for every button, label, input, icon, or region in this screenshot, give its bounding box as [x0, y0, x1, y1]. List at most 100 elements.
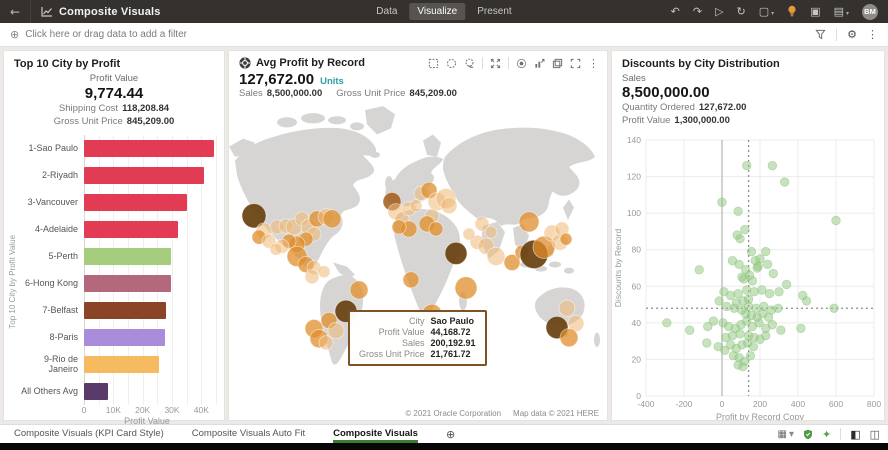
bar-plot-area[interactable]: 1-Sao Paulo2-Riyadh3-Vancouver4-Adelaide… [18, 135, 220, 405]
scatter-point[interactable] [761, 331, 770, 340]
map-bubble[interactable] [328, 322, 344, 338]
notes-menu[interactable]: ▢▾ [759, 6, 774, 18]
layers-icon[interactable] [552, 58, 563, 69]
scatter-point[interactable] [734, 207, 743, 216]
filter-funnel-icon[interactable] [815, 29, 826, 40]
tab-visualize[interactable]: Visualize [409, 3, 465, 20]
fullscreen-icon[interactable] [570, 58, 581, 69]
bar-5-Perth[interactable] [84, 248, 171, 265]
canvas-tab-kpi-card-style[interactable]: Composite Visuals (KPI Card Style) [14, 425, 164, 443]
zoom-fit-icon[interactable] [490, 58, 501, 69]
map-bubble[interactable] [319, 336, 333, 350]
scatter-point[interactable] [695, 265, 704, 274]
map-bubble[interactable] [463, 228, 475, 240]
scatter-point[interactable] [741, 225, 750, 234]
scatter-point[interactable] [774, 304, 783, 313]
map-bubble[interactable] [560, 233, 572, 245]
canvas-settings-gear-icon[interactable]: ⚙ [847, 29, 857, 40]
bar-4-Adelaide[interactable] [84, 221, 178, 238]
collapse-left-panel-icon[interactable]: ◧ [850, 429, 860, 440]
bar-All Others Avg[interactable] [84, 383, 108, 400]
map-bubble[interactable] [403, 272, 419, 288]
scatter-point[interactable] [832, 216, 841, 225]
map-bubble[interactable] [560, 329, 578, 347]
canvas-tab-auto-fit[interactable]: Composite Visuals Auto Fit [192, 425, 305, 443]
preview-play-icon[interactable]: ▷ [715, 6, 723, 17]
kebab-menu-icon[interactable]: ⋮ [867, 29, 878, 40]
export-icon[interactable]: ▣ [810, 6, 820, 17]
scatter-point[interactable] [685, 325, 694, 334]
scatter-point[interactable] [777, 325, 786, 334]
visual-top10-city-by-profit[interactable]: Top 10 City by Profit Profit Value 9,774… [3, 50, 225, 421]
bar-6-Hong Kong[interactable] [84, 275, 171, 292]
refresh-data-icon[interactable]: ↻ [737, 6, 746, 17]
scatter-point[interactable] [747, 247, 756, 256]
undo-icon[interactable]: ↶ [671, 6, 680, 17]
scatter-point[interactable] [750, 287, 759, 296]
scatter-point[interactable] [756, 254, 765, 263]
scatter-point[interactable] [768, 161, 777, 170]
annotate-icon[interactable] [534, 58, 545, 69]
map-bubble[interactable] [441, 198, 457, 214]
kebab-menu-icon[interactable]: ⋮ [588, 58, 599, 69]
scatter-point[interactable] [742, 161, 751, 170]
bar-2-Riyadh[interactable] [84, 167, 204, 184]
bar-9-Rio de Janeiro[interactable] [84, 356, 159, 373]
scatter-point[interactable] [663, 318, 672, 327]
map-bubble[interactable] [392, 220, 406, 234]
map-bubble[interactable] [323, 210, 341, 228]
scatter-point[interactable] [830, 304, 839, 313]
scatter-svg[interactable]: 020406080100120140-400-2000200400600800P… [612, 130, 884, 420]
scatter-point[interactable] [744, 294, 753, 303]
map-bubble[interactable] [270, 243, 282, 255]
map-svg[interactable] [229, 102, 607, 420]
collapse-right-panel-icon[interactable]: ◫ [870, 429, 880, 440]
scatter-point[interactable] [775, 287, 784, 296]
map-bubble[interactable] [318, 266, 330, 278]
save-menu[interactable]: ▤▾ [834, 6, 849, 18]
scatter-point[interactable] [736, 329, 745, 338]
scatter-point[interactable] [765, 289, 774, 298]
map-bubble[interactable] [305, 270, 319, 284]
map-bubble[interactable] [487, 247, 505, 265]
back-button[interactable]: ← [0, 0, 31, 23]
scatter-point[interactable] [761, 247, 770, 256]
avatar[interactable]: BM [862, 4, 878, 20]
map-bubble[interactable] [559, 300, 575, 316]
scatter-point[interactable] [748, 276, 757, 285]
bar-7-Belfast[interactable] [84, 302, 166, 319]
bar-1-Sao Paulo[interactable] [84, 140, 214, 157]
bar-8-Paris[interactable] [84, 329, 165, 346]
scatter-point[interactable] [749, 342, 758, 351]
auto-insights-sparkle-icon[interactable]: ✦ [822, 429, 831, 440]
add-canvas-icon[interactable]: ⊕ [446, 429, 455, 440]
scatter-point[interactable] [709, 316, 718, 325]
scatter-point[interactable] [736, 234, 745, 243]
map-bubble[interactable] [519, 212, 539, 232]
scatter-point[interactable] [768, 320, 777, 329]
point-mode-icon[interactable] [516, 58, 527, 69]
data-quality-shield-icon[interactable] [803, 429, 813, 440]
map-bubble[interactable] [485, 226, 497, 238]
scatter-point[interactable] [726, 291, 735, 300]
redo-icon[interactable]: ↷ [693, 6, 702, 17]
canvas-layout-menu[interactable]: ▦▾ [777, 429, 793, 440]
scatter-point[interactable] [763, 260, 772, 269]
scatter-point[interactable] [782, 280, 791, 289]
scatter-point[interactable] [742, 285, 751, 294]
map-bubble[interactable] [445, 242, 467, 264]
map-bubble[interactable] [455, 277, 477, 299]
scatter-point[interactable] [746, 351, 755, 360]
visual-discounts-by-city-distribution[interactable]: Discounts by City Distribution Sales 8,5… [611, 50, 885, 421]
canvas-tab-composite-visuals[interactable]: Composite Visuals [333, 425, 418, 443]
scatter-point[interactable] [802, 296, 811, 305]
scatter-point[interactable] [715, 296, 724, 305]
scatter-point[interactable] [769, 269, 778, 278]
marquee-select-icon[interactable] [428, 58, 439, 69]
add-filter-prompt[interactable]: ⊕ Click here or drag data to add a filte… [10, 29, 187, 40]
tab-present[interactable]: Present [469, 3, 519, 20]
map-bubble[interactable] [429, 222, 443, 236]
scatter-plot-area[interactable]: 020406080100120140-400-2000200400600800P… [612, 130, 884, 420]
world-map[interactable]: CitySao PauloProfit Value44,168.72Sales2… [229, 102, 607, 420]
lasso-select-icon[interactable] [464, 58, 475, 69]
